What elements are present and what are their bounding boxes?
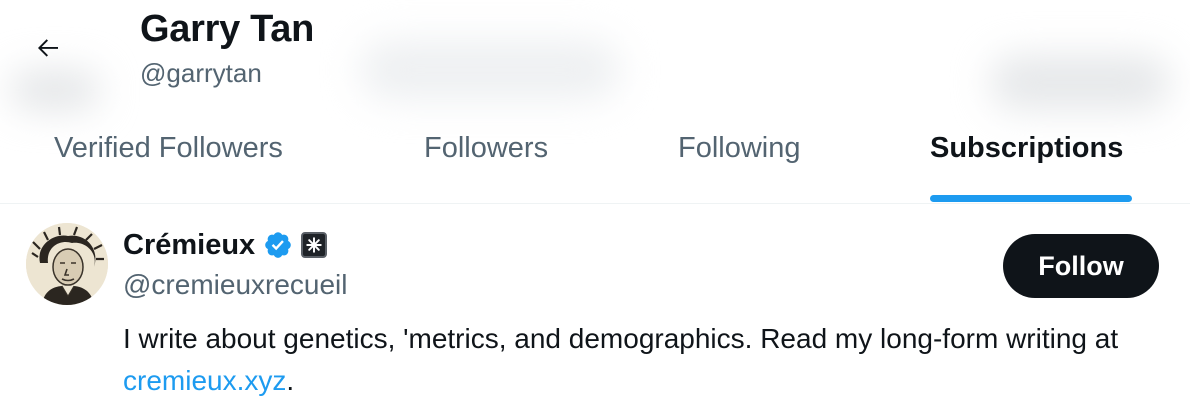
page-handle: @garrytan	[140, 58, 262, 88]
follow-button[interactable]: Follow	[1003, 234, 1159, 298]
bio-text: I write about genetics, 'metrics, and de…	[123, 323, 1119, 354]
blurred-background	[360, 40, 620, 100]
page-title: Garry Tan	[140, 8, 314, 50]
blurred-background	[10, 70, 100, 110]
tab-following[interactable]: Following	[620, 118, 880, 204]
tab-bar: Verified Followers Followers Following S…	[0, 118, 1190, 204]
profile-header: Garry Tan @garrytan	[0, 0, 1190, 118]
bio-link[interactable]: cremieux.xyz	[123, 365, 286, 396]
tab-label: Followers	[424, 132, 549, 164]
subscriptions-page: Garry Tan @garrytan Verified Followers F…	[0, 0, 1190, 418]
tab-label: Following	[678, 132, 801, 164]
user-handle[interactable]: @cremieuxrecueil	[123, 269, 348, 301]
bio-text-end: .	[286, 365, 295, 396]
tab-label: Subscriptions	[930, 132, 1124, 164]
avatar[interactable]	[26, 223, 108, 305]
tab-subscriptions[interactable]: Subscriptions	[880, 118, 1190, 204]
tab-verified-followers[interactable]: Verified Followers	[0, 118, 360, 204]
blurred-background	[990, 55, 1170, 110]
subscription-badge-icon	[301, 232, 328, 258]
user-bio: I write about genetics, 'metrics, and de…	[123, 318, 1123, 402]
tab-followers[interactable]: Followers	[360, 118, 620, 204]
user-cell[interactable]: Crémieux @cremieuxrecueil Follow I write…	[0, 205, 1190, 418]
verified-badge-icon	[263, 230, 293, 260]
arrow-left-icon	[38, 39, 58, 57]
active-tab-indicator	[930, 195, 1132, 202]
display-name[interactable]: Crémieux	[123, 229, 255, 262]
tab-label: Verified Followers	[54, 132, 283, 164]
name-row: Crémieux	[123, 225, 328, 265]
back-button[interactable]	[24, 24, 72, 72]
